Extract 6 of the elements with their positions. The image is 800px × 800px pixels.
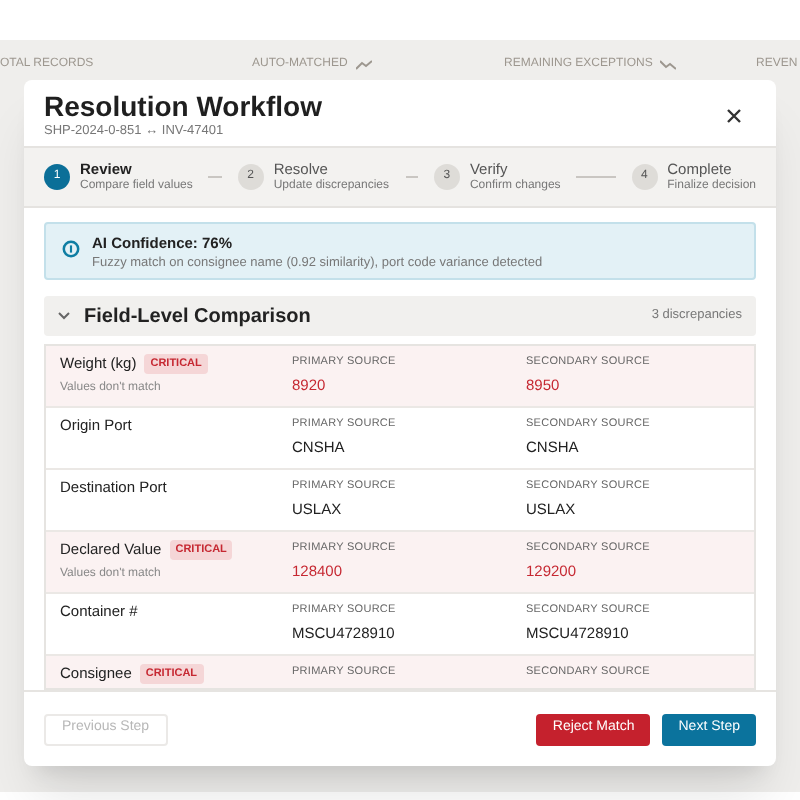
close-icon (726, 108, 742, 124)
section-title: Field-Level Comparison (84, 303, 313, 331)
info-icon (62, 240, 80, 258)
close-button[interactable] (724, 106, 744, 126)
dialog-title: Resolution Workflow (44, 90, 322, 124)
chevron-down-icon (58, 312, 70, 320)
